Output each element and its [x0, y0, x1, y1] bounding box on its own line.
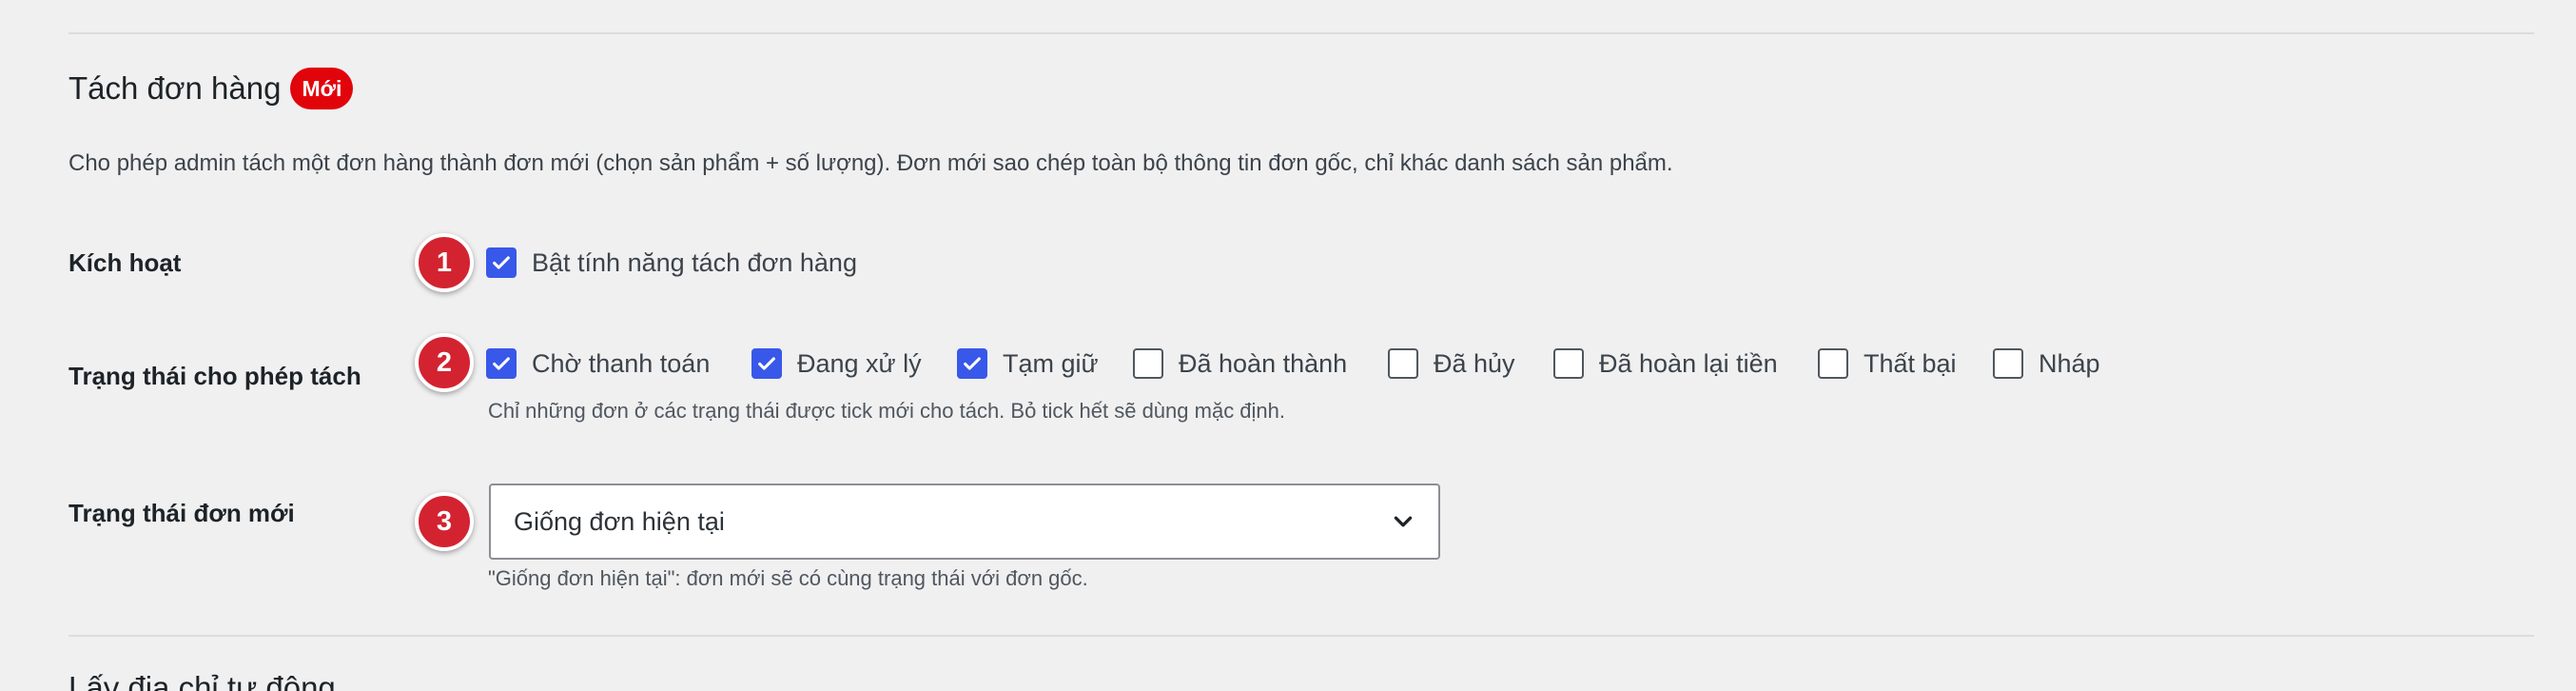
- status-checkbox-failed[interactable]: [1818, 348, 1848, 379]
- status-label-draft: Nháp: [2039, 349, 2100, 378]
- step-marker-1: 1: [415, 233, 474, 292]
- section-header: Tách đơn hàng Mới: [68, 67, 354, 110]
- activate-checkbox-label: Bật tính năng tách đơn hàng: [532, 248, 857, 277]
- status-label-completed: Đã hoàn thành: [1179, 349, 1348, 378]
- new-status-label: Trạng thái đơn mới: [68, 499, 295, 527]
- section-divider-top: [68, 32, 2534, 34]
- chevron-down-icon: [1394, 516, 1413, 527]
- status-option-refunded[interactable]: Đã hoàn lại tiền: [1553, 347, 1778, 380]
- status-checkbox-pending[interactable]: [486, 348, 517, 379]
- status-label-pending: Chờ thanh toán: [532, 349, 711, 378]
- checkmark-icon: [964, 357, 981, 370]
- status-checkbox-draft[interactable]: [1993, 348, 2023, 379]
- status-option-pending[interactable]: Chờ thanh toán: [486, 347, 710, 380]
- status-label-on-hold: Tạm giữ: [1003, 349, 1099, 378]
- checkmark-icon: [493, 357, 510, 370]
- section-divider-bottom: [68, 635, 2534, 637]
- next-section-title: Lấy địa chỉ tự động: [68, 670, 336, 691]
- section-description: Cho phép admin tách một đơn hàng thành đ…: [68, 150, 1673, 176]
- activate-label: Kích hoạt: [68, 248, 182, 277]
- status-option-draft[interactable]: Nháp: [1993, 347, 2100, 380]
- statuses-hint: Chỉ những đơn ở các trạng thái được tick…: [488, 399, 1286, 423]
- status-label-failed: Thất bại: [1864, 349, 1957, 378]
- status-option-on-hold[interactable]: Tạm giữ: [957, 347, 1099, 380]
- activate-checkbox[interactable]: [486, 247, 517, 278]
- status-option-processing[interactable]: Đang xử lý: [751, 347, 922, 380]
- new-status-select-value: Giống đơn hiện tại: [514, 506, 725, 536]
- step-marker-3: 3: [415, 492, 474, 551]
- status-option-cancelled[interactable]: Đã hủy: [1388, 347, 1515, 380]
- statuses-label: Trạng thái cho phép tách: [68, 362, 361, 390]
- status-label-processing: Đang xử lý: [797, 349, 922, 378]
- checkmark-icon: [493, 256, 510, 269]
- status-checkbox-refunded[interactable]: [1553, 348, 1584, 379]
- step-marker-2: 2: [415, 333, 474, 392]
- checkmark-icon: [758, 357, 775, 370]
- new-status-hint: "Giống đơn hiện tại": đơn mới sẽ có cùng…: [488, 566, 1088, 590]
- status-label-refunded: Đã hoàn lại tiền: [1599, 349, 1778, 378]
- status-label-cancelled: Đã hủy: [1434, 349, 1515, 378]
- activate-option[interactable]: Bật tính năng tách đơn hàng: [486, 247, 857, 279]
- status-option-completed[interactable]: Đã hoàn thành: [1133, 347, 1347, 380]
- status-checkbox-on-hold[interactable]: [957, 348, 987, 379]
- status-checkbox-cancelled[interactable]: [1388, 348, 1418, 379]
- status-checkbox-processing[interactable]: [751, 348, 782, 379]
- status-option-failed[interactable]: Thất bại: [1818, 347, 1957, 380]
- section-title: Tách đơn hàng: [68, 70, 282, 106]
- status-checkbox-completed[interactable]: [1133, 348, 1163, 379]
- new-status-select[interactable]: Giống đơn hiện tại: [489, 484, 1440, 560]
- new-badge: Mới: [290, 68, 354, 109]
